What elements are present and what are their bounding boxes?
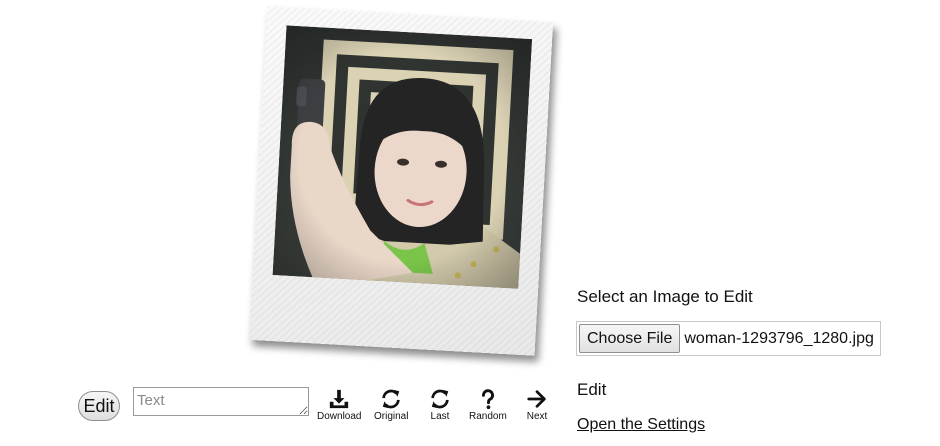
photo-image xyxy=(272,25,533,289)
last-label: Last xyxy=(430,411,450,422)
edit-heading: Edit xyxy=(577,380,607,399)
open-settings-link[interactable]: Open the Settings xyxy=(577,416,705,434)
last-button[interactable]: Last xyxy=(429,388,451,424)
photo xyxy=(272,25,533,289)
text-input[interactable] xyxy=(133,387,309,416)
polaroid-frame xyxy=(248,6,554,356)
question-icon xyxy=(481,389,494,410)
choose-file-button[interactable]: Choose File xyxy=(579,324,681,353)
download-label: Download xyxy=(317,411,362,422)
arrow-right-icon xyxy=(527,390,546,408)
download-button[interactable]: Download xyxy=(317,388,361,424)
next-label: Next xyxy=(526,411,548,422)
random-button[interactable]: Random xyxy=(469,388,507,424)
file-input[interactable]: Choose File woman-1293796_1280.jpg xyxy=(576,321,881,356)
original-button[interactable]: Original xyxy=(374,388,408,424)
file-name: woman-1293796_1280.jpg xyxy=(684,329,874,347)
select-image-label: Select an Image to Edit xyxy=(577,287,753,306)
refresh-icon xyxy=(431,389,449,409)
next-button[interactable]: Next xyxy=(526,388,548,424)
refresh-icon xyxy=(382,389,400,409)
random-label: Random xyxy=(469,411,507,422)
original-label: Original xyxy=(374,411,409,422)
edit-button[interactable]: Edit xyxy=(78,391,120,421)
download-icon xyxy=(330,389,349,409)
